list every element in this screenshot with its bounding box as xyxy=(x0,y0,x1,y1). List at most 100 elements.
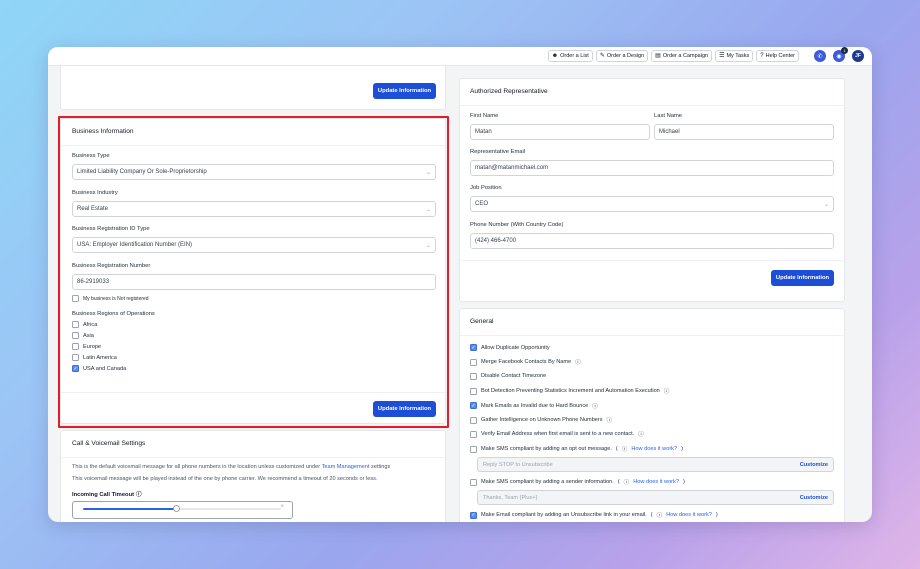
general-option[interactable]: Disable Contact Timezone xyxy=(470,372,546,380)
voicemail-note: This voicemail message will be played in… xyxy=(72,476,378,482)
voicemail-description: This is the default voicemail message fo… xyxy=(72,464,391,470)
how-does-it-work-link[interactable]: How does it work? xyxy=(633,479,679,485)
chevron-down-icon: ⌄ xyxy=(425,207,431,213)
business-type-label: Business Type xyxy=(72,153,110,159)
team-management-link[interactable]: Team Management xyxy=(322,464,370,470)
checkbox[interactable]: ✓ xyxy=(470,511,477,519)
divider xyxy=(61,457,447,458)
representative-email-label: Representative Email xyxy=(470,149,526,155)
info-icon: ⓘ xyxy=(575,360,581,367)
close-icon[interactable]: × xyxy=(280,504,284,510)
sms-sender-option[interactable]: Make SMS compliant by adding a sender in… xyxy=(470,478,685,486)
registration-id-type-select[interactable]: USA: Employer Identification Number (EIN… xyxy=(72,237,436,253)
checkbox[interactable] xyxy=(72,343,79,350)
general-option[interactable]: Gather Intelligence on Unknown Phone Num… xyxy=(470,416,612,424)
business-industry-select[interactable]: Real Estate ⌄ xyxy=(72,201,436,217)
customize-button[interactable]: Customize xyxy=(800,462,828,468)
list-icon: ☰ xyxy=(719,53,725,59)
checkbox[interactable] xyxy=(470,416,477,424)
info-icon: ⓘ xyxy=(135,492,142,498)
checkbox[interactable] xyxy=(470,372,477,380)
info-icon: ⓘ xyxy=(656,513,663,519)
timeout-slider-fill xyxy=(83,508,177,510)
info-icon: ⓘ xyxy=(592,403,598,410)
region-option[interactable]: Latin America xyxy=(72,354,117,361)
settings-content: Update Information Business Information … xyxy=(48,66,872,522)
checkbox[interactable] xyxy=(72,295,79,302)
divider xyxy=(61,392,447,393)
checkbox[interactable] xyxy=(72,321,79,328)
call-voicemail-card: Call & Voicemail Settings This is the de… xyxy=(60,430,447,522)
last-name-label: Last Name xyxy=(654,113,683,119)
top-toolbar: ☻ Order a List ✎ Order a Design ▤ Order … xyxy=(48,47,872,66)
bell-icon[interactable]: ◉ 1 xyxy=(833,47,848,62)
region-option[interactable]: ✓ USA and Canada xyxy=(72,365,126,372)
timeout-slider-track[interactable] xyxy=(83,505,281,512)
card-title: Authorized Representative xyxy=(470,88,548,95)
business-industry-label: Business Industry xyxy=(72,190,118,196)
sms-opt-out-message-field[interactable]: Reply STOP to Unsubscribe Customize xyxy=(477,457,834,472)
order-design-button[interactable]: ✎ Order a Design xyxy=(595,50,649,62)
sms-sender-info-field[interactable]: Thanks, Team {Plus+} Customize xyxy=(477,490,834,505)
general-option[interactable]: ✓ Mark Emails as Invalid due to Hard Boun… xyxy=(470,402,598,410)
not-registered-checkbox[interactable]: My business is Not registered xyxy=(72,295,149,302)
authorized-representative-card: Authorized Representative First Name Mat… xyxy=(459,78,846,302)
checkbox[interactable] xyxy=(470,358,477,366)
checkbox[interactable] xyxy=(72,354,79,361)
divider xyxy=(460,105,846,106)
checkbox[interactable] xyxy=(470,478,477,486)
checkbox[interactable]: ✓ xyxy=(470,344,477,351)
checkbox[interactable] xyxy=(470,430,477,438)
region-option[interactable]: Europe xyxy=(72,343,101,350)
checkbox[interactable] xyxy=(72,332,79,339)
order-list-button[interactable]: ☻ Order a List xyxy=(547,50,593,62)
divider xyxy=(61,145,447,146)
update-information-button[interactable]: Update Information xyxy=(373,401,436,417)
info-icon: ⓘ xyxy=(606,418,613,424)
region-option[interactable]: Asia xyxy=(72,332,94,339)
timeout-slider-handle[interactable] xyxy=(172,505,180,512)
general-option[interactable]: ✓ Allow Duplicate Opportunity xyxy=(470,344,550,351)
checkbox[interactable] xyxy=(470,387,477,395)
job-position-select[interactable]: CEO ⌄ xyxy=(470,196,834,212)
divider xyxy=(460,335,846,336)
representative-email-input[interactable]: matan@matanmichael.com xyxy=(470,160,834,176)
job-position-label: Job Position xyxy=(470,185,502,191)
update-information-button[interactable]: Update Information xyxy=(373,83,436,99)
last-name-input[interactable]: Michael xyxy=(654,124,834,140)
email-unsubscribe-option[interactable]: ✓ Make Email compliant by adding an Unsu… xyxy=(470,511,718,519)
checkbox[interactable]: ✓ xyxy=(470,402,477,410)
customize-button[interactable]: Customize xyxy=(800,495,828,501)
previous-card: Update Information xyxy=(60,66,446,110)
checkbox[interactable] xyxy=(470,445,477,453)
phone-number-input[interactable]: (424) 466-4700 xyxy=(470,233,834,249)
business-type-select[interactable]: Limited Liability Company Or Sole-Propri… xyxy=(72,164,436,180)
card-title: Business Information xyxy=(72,128,134,135)
general-option[interactable]: Verify Email Address when first email is… xyxy=(470,430,644,438)
sms-opt-out-option[interactable]: Make SMS compliant by adding an opt out … xyxy=(470,445,683,453)
avatar[interactable]: JF xyxy=(852,50,864,62)
chevron-down-icon: ⌄ xyxy=(425,170,431,176)
card-title: General xyxy=(470,318,494,325)
how-does-it-work-link[interactable]: How does it work? xyxy=(631,446,677,452)
phone-icon[interactable]: ✆ xyxy=(814,50,826,62)
chevron-down-icon: ⌄ xyxy=(425,243,431,249)
how-does-it-work-link[interactable]: How does it work? xyxy=(666,512,712,518)
regions-label: Business Regions of Operations xyxy=(72,311,155,317)
general-option[interactable]: Merge Facebook Contacts By Name ⓘ xyxy=(470,358,581,366)
card-title: Call & Voicemail Settings xyxy=(72,440,146,447)
brush-icon: ✎ xyxy=(599,53,605,59)
my-tasks-button[interactable]: ☰ My Tasks xyxy=(715,50,754,62)
checkbox[interactable]: ✓ xyxy=(72,365,79,372)
order-campaign-button[interactable]: ▤ Order a Campaign xyxy=(651,50,713,62)
info-icon: ⓘ xyxy=(623,480,630,486)
phone-number-label: Phone Number (With Country Code) xyxy=(470,222,564,228)
region-option[interactable]: Africa xyxy=(72,321,97,328)
info-icon: ⓘ xyxy=(663,389,670,396)
update-information-button[interactable]: Update Information xyxy=(771,270,834,286)
general-option[interactable]: Bot Detection Preventing Statistics Incr… xyxy=(470,387,669,395)
help-center-button[interactable]: ? Help Center xyxy=(756,50,799,62)
first-name-input[interactable]: Matan xyxy=(470,124,650,140)
registration-number-input[interactable]: 86-2919033 xyxy=(72,274,436,290)
calendar-icon: ▤ xyxy=(655,53,661,59)
